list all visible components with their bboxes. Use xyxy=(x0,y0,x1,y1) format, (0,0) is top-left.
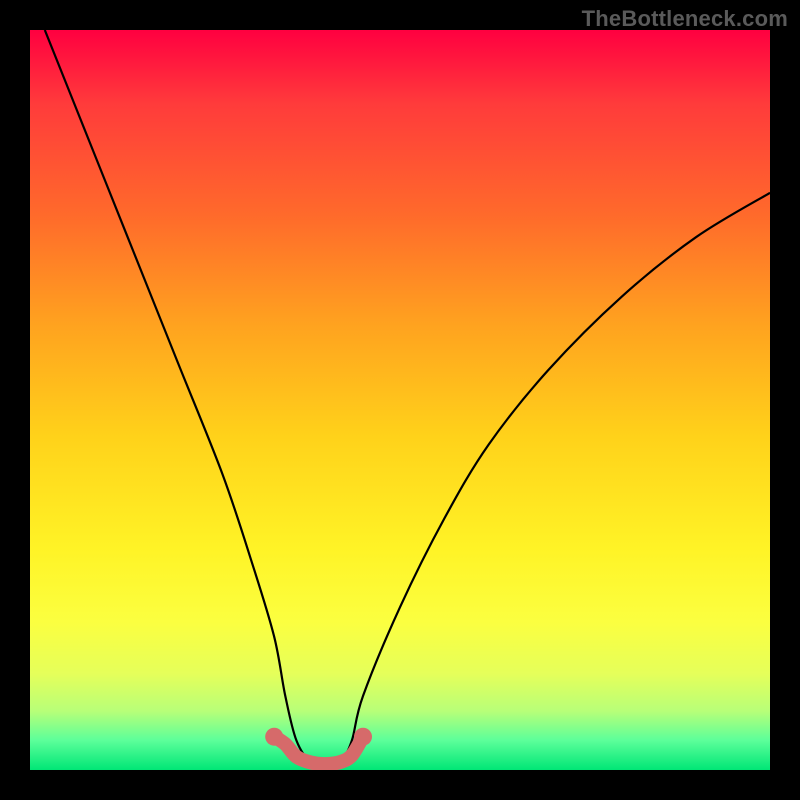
watermark-text: TheBottleneck.com xyxy=(582,6,788,32)
bad-zone-curve xyxy=(274,737,363,764)
bad-zone-marker-right xyxy=(354,728,372,746)
bad-zone-marker-left xyxy=(265,728,283,746)
curve-layer xyxy=(30,30,770,770)
bottleneck-curve xyxy=(45,30,770,765)
chart-frame: TheBottleneck.com xyxy=(0,0,800,800)
plot-area xyxy=(30,30,770,770)
